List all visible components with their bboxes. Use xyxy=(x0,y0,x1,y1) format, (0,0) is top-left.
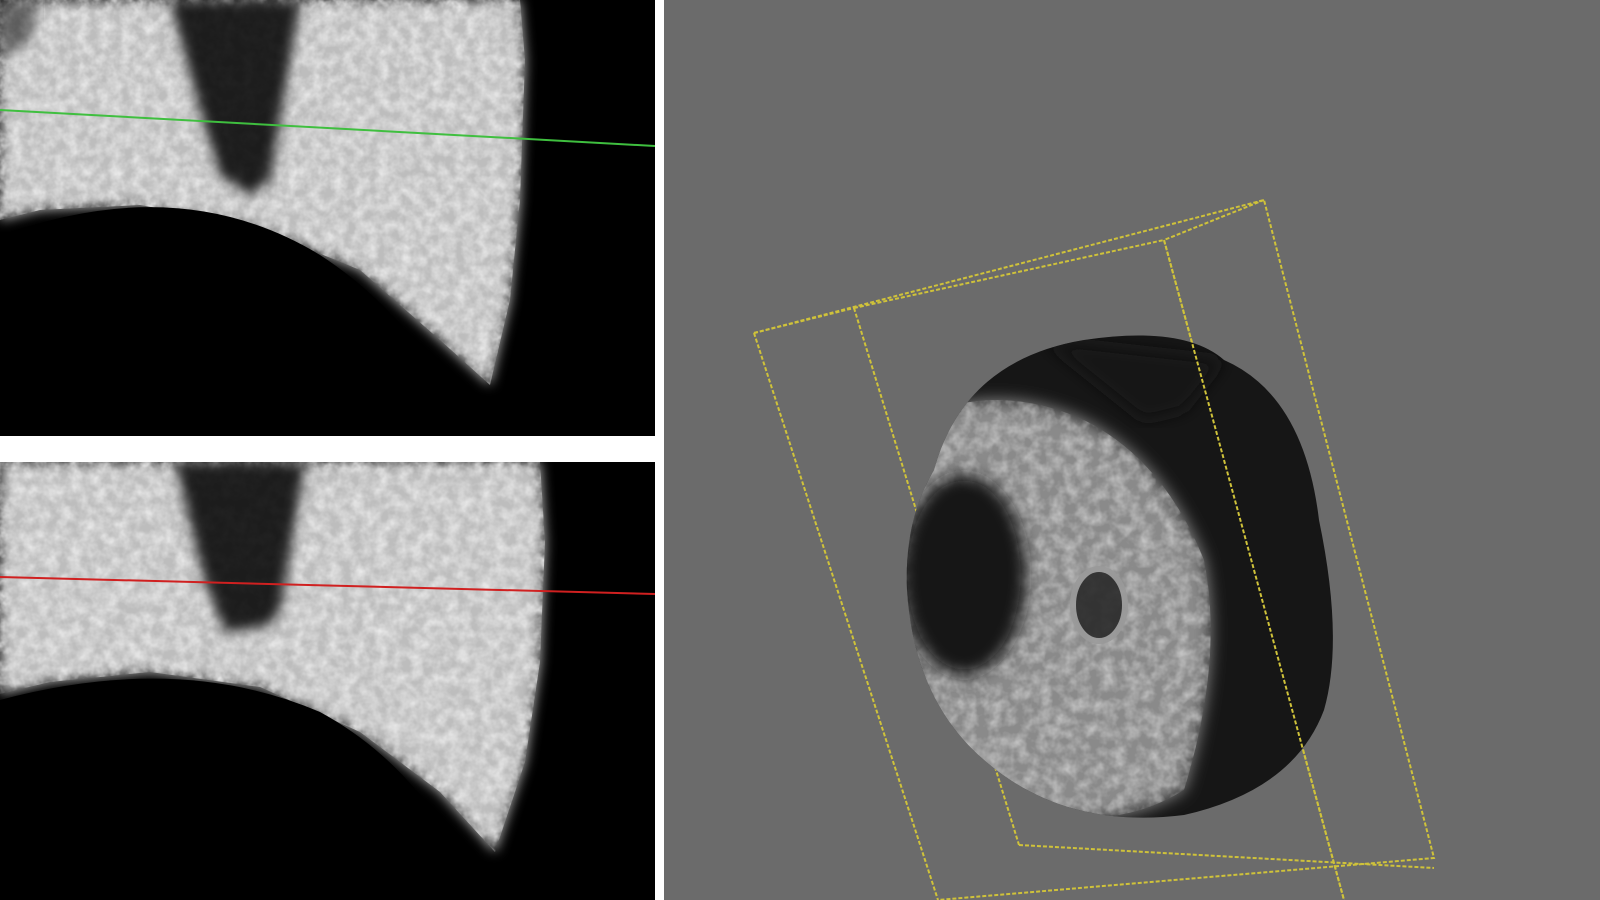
volume-render-view[interactable] xyxy=(664,0,1600,900)
slice-view-bottom[interactable] xyxy=(0,462,655,900)
slice-view-top[interactable] xyxy=(0,0,655,436)
slice-image-bottom xyxy=(0,462,655,900)
ultrasound-viewer xyxy=(0,0,1600,900)
volume-render-image xyxy=(664,0,1600,900)
slice-image-top xyxy=(0,0,655,436)
